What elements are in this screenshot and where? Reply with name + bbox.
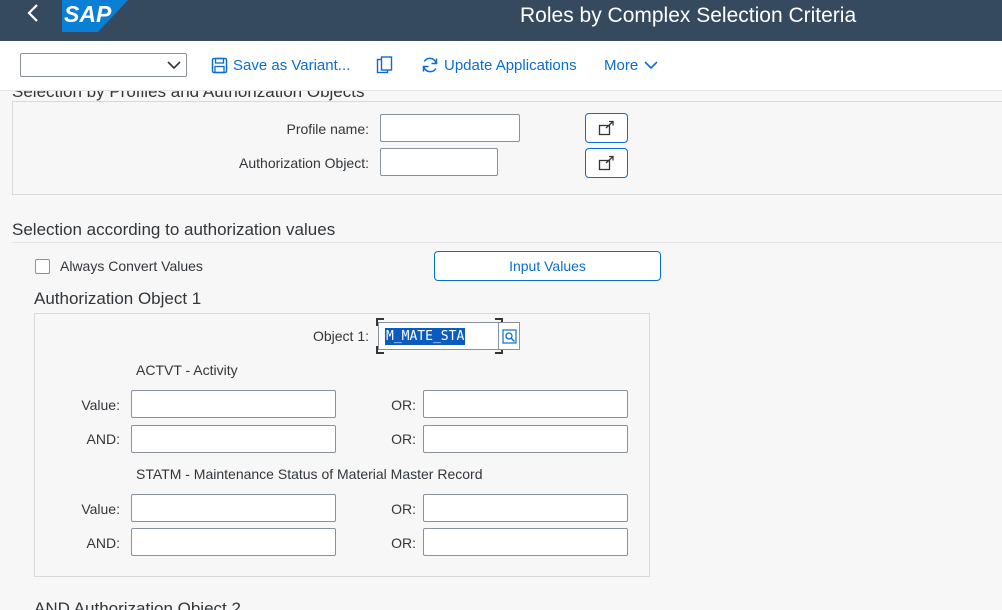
refresh-icon	[422, 57, 438, 73]
actvt-value-field[interactable]	[131, 390, 336, 418]
auth-object-2-title: AND Authorization Object 2	[34, 599, 241, 610]
chevron-left-icon	[27, 4, 38, 22]
always-convert-checkbox[interactable]	[35, 259, 50, 274]
more-label: More	[604, 56, 639, 74]
object-1-value-help-button[interactable]	[499, 322, 520, 350]
save-as-variant-button[interactable]: Save as Variant...	[211, 54, 350, 76]
variant-select[interactable]	[20, 53, 187, 77]
actvt-and-field[interactable]	[131, 425, 336, 453]
input-values-button[interactable]: Input Values	[434, 251, 661, 281]
more-button[interactable]: More	[604, 54, 659, 76]
value-help-icon	[501, 328, 517, 344]
auth-object-field[interactable]	[380, 148, 498, 176]
toolbar: Save as Variant... Update Applications M…	[0, 41, 1002, 91]
object-1-field[interactable]: M_MATE_STA	[378, 322, 499, 350]
or-label: OR:	[391, 501, 416, 517]
or-label: OR:	[391, 535, 416, 551]
external-link-icon	[598, 120, 614, 136]
value-label: Value:	[81, 501, 120, 517]
copy-button[interactable]	[376, 54, 399, 76]
copy-icon	[376, 56, 393, 74]
update-applications-label: Update Applications	[444, 56, 577, 74]
chevron-down-icon	[167, 61, 181, 70]
auth-object-1-title: Authorization Object 1	[34, 289, 202, 308]
value-label: Value:	[81, 397, 120, 413]
statm-and-or-field[interactable]	[423, 528, 628, 556]
actvt-value-or-field[interactable]	[423, 390, 628, 418]
or-label: OR:	[391, 431, 416, 447]
page-title: Roles by Complex Selection Criteria	[520, 4, 857, 27]
and-label: AND:	[86, 535, 120, 551]
auth-object-multiselect-button[interactable]	[585, 148, 628, 178]
save-icon	[211, 57, 228, 73]
actvt-and-or-field[interactable]	[423, 425, 628, 453]
focus-corner	[376, 318, 384, 326]
statm-value-field[interactable]	[131, 494, 336, 522]
profile-name-field[interactable]	[380, 114, 520, 142]
statm-and-field[interactable]	[131, 528, 336, 556]
section-title-values: Selection according to authorization val…	[12, 220, 336, 239]
auth-object-label: Authorization Object:	[239, 155, 369, 171]
object-1-value: M_MATE_STA	[385, 328, 466, 345]
external-link-icon	[598, 155, 614, 171]
chevron-down-icon	[644, 61, 658, 70]
save-as-variant-label: Save as Variant...	[233, 56, 351, 74]
or-label: OR:	[391, 397, 416, 413]
profile-name-label: Profile name:	[286, 121, 369, 137]
and-label: AND:	[86, 431, 120, 447]
sap-logo: SAP	[62, 0, 128, 37]
back-button[interactable]	[20, 2, 46, 30]
object-1-label: Object 1:	[312, 328, 369, 344]
profile-name-multiselect-button[interactable]	[585, 113, 628, 143]
shell-bar: SAP Roles by Complex Selection Criteria	[0, 0, 1002, 41]
always-convert-label: Always Convert Values	[60, 258, 203, 274]
logo-text: SAP	[64, 1, 112, 27]
update-applications-button[interactable]: Update Applications	[421, 54, 577, 76]
content-area[interactable]: Selection by Profiles and Authorization …	[0, 91, 1002, 610]
section-divider	[12, 242, 1002, 243]
focus-corner	[376, 346, 384, 354]
field-title-actvt: ACTVT - Activity	[136, 362, 238, 378]
statm-value-or-field[interactable]	[423, 494, 628, 522]
field-title-statm: STATM - Maintenance Status of Material M…	[136, 466, 483, 482]
